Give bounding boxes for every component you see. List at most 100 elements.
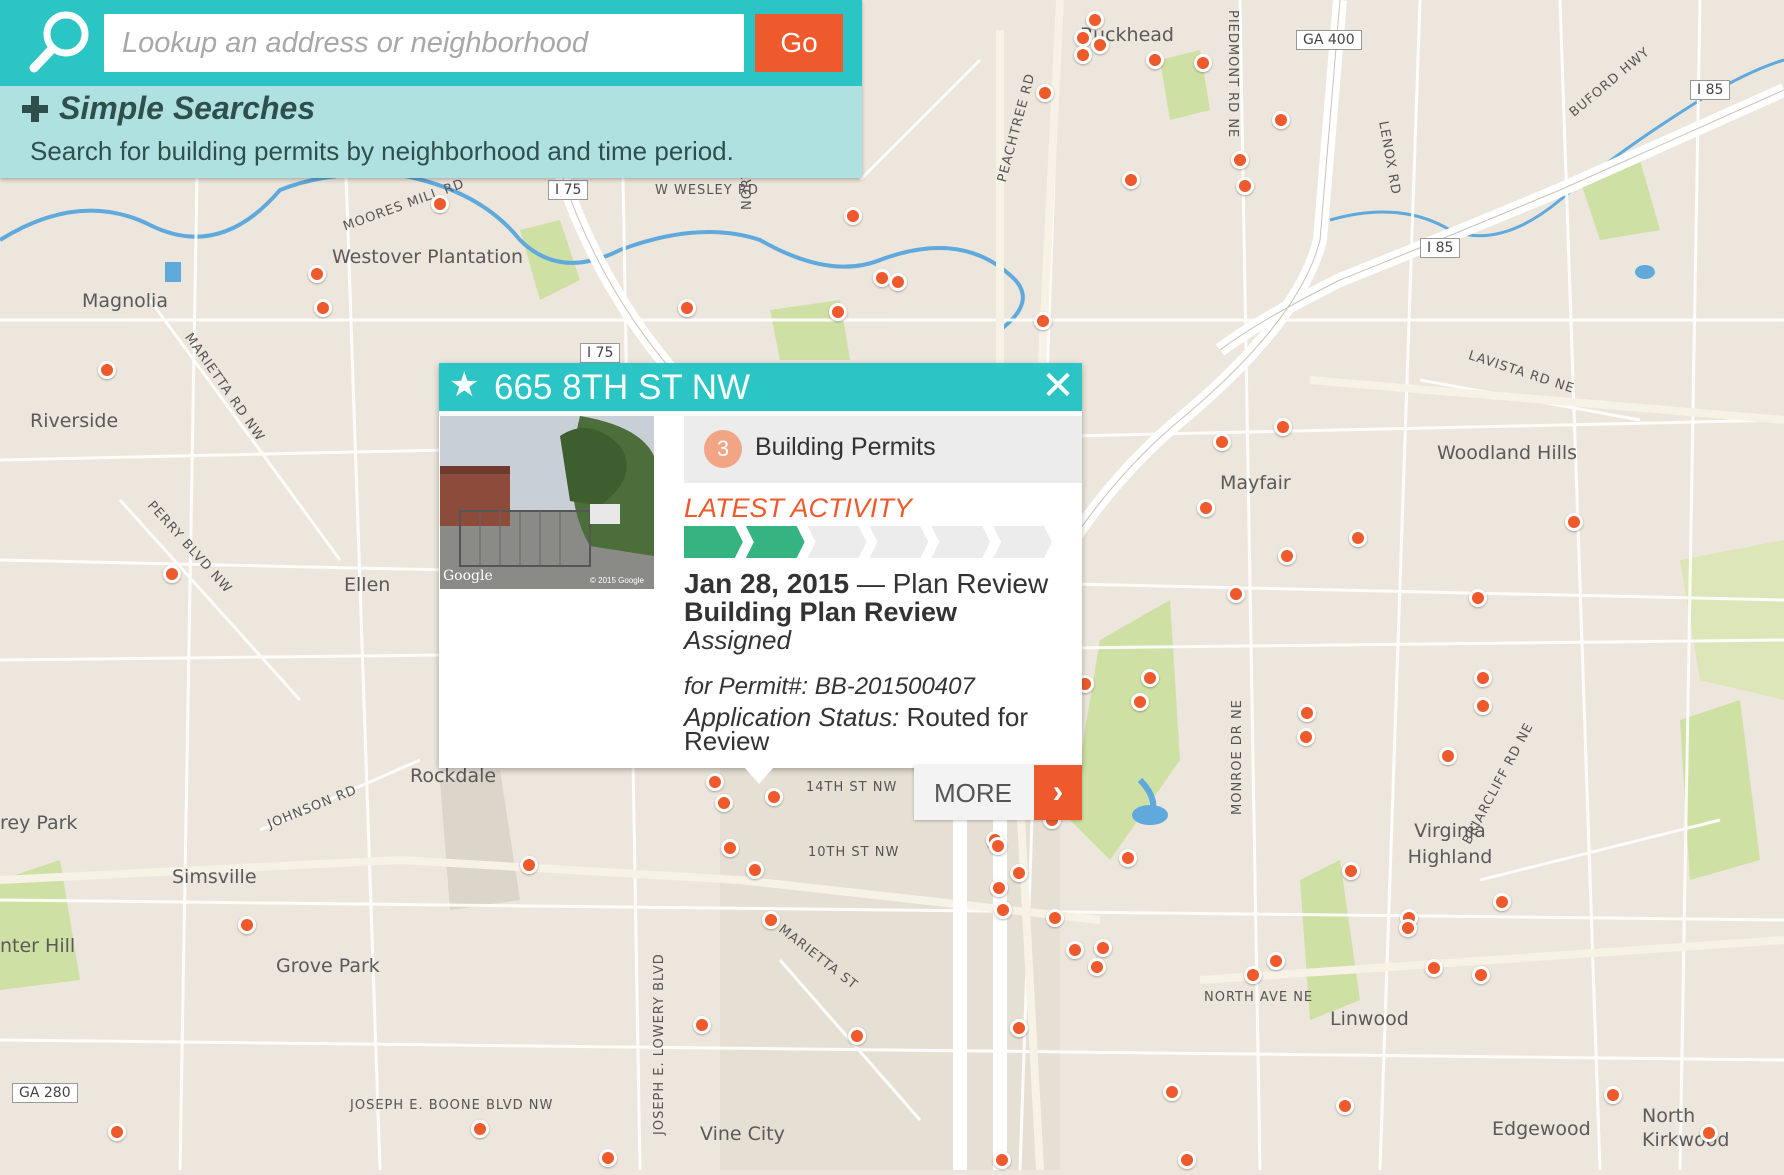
permit-marker[interactable] [599, 1149, 617, 1167]
permit-marker[interactable] [1267, 952, 1285, 970]
permit-marker[interactable] [1131, 693, 1149, 711]
permit-marker[interactable] [1474, 697, 1492, 715]
permit-marker[interactable] [471, 1120, 489, 1138]
permit-marker[interactable] [1122, 171, 1140, 189]
more-label: MORE [934, 778, 1012, 808]
permit-marker[interactable] [746, 861, 764, 879]
street-view-photo[interactable]: Google © 2015 Google [440, 416, 654, 589]
permit-marker[interactable] [1194, 54, 1212, 72]
permit-marker[interactable] [314, 299, 332, 317]
permit-marker[interactable] [1119, 849, 1137, 867]
permit-marker[interactable] [98, 361, 116, 379]
road-label: 14TH ST NW [806, 780, 898, 795]
permit-marker[interactable] [1227, 585, 1245, 603]
permit-marker[interactable] [844, 207, 862, 225]
permit-marker[interactable] [431, 195, 449, 213]
permit-marker[interactable] [1469, 589, 1487, 607]
popup-title: 665 8TH ST NW [494, 368, 751, 407]
neighborhood-label: Simsville [172, 866, 257, 888]
permit-marker[interactable] [1336, 1097, 1354, 1115]
neighborhood-label: Ellen [344, 574, 391, 596]
permit-marker[interactable] [1700, 1124, 1718, 1142]
close-icon[interactable]: ✕ [1039, 366, 1077, 406]
permit-marker[interactable] [993, 1151, 1011, 1169]
progress-step [993, 526, 1052, 558]
permit-marker[interactable] [1034, 312, 1052, 330]
plus-icon[interactable] [20, 94, 50, 124]
permit-marker[interactable] [1141, 669, 1159, 687]
permit-marker[interactable] [1425, 959, 1443, 977]
permit-marker[interactable] [1010, 864, 1028, 882]
permit-marker[interactable] [308, 265, 326, 283]
neighborhood-label: nter Hill [0, 935, 76, 957]
permit-marker[interactable] [520, 856, 538, 874]
permit-marker[interactable] [1088, 958, 1106, 976]
go-button[interactable]: Go [755, 14, 843, 72]
permit-marker[interactable] [1493, 893, 1511, 911]
neighborhood-label: Westover Plantation [332, 246, 524, 268]
permit-marker[interactable] [1086, 11, 1104, 29]
progress-step [931, 526, 991, 558]
permit-marker[interactable] [721, 839, 739, 857]
permit-marker[interactable] [1094, 939, 1112, 957]
permit-marker[interactable] [1236, 177, 1254, 195]
search-icon[interactable] [28, 8, 92, 74]
permit-marker[interactable] [1272, 111, 1290, 129]
permit-marker[interactable] [1474, 669, 1492, 687]
permit-marker[interactable] [1036, 84, 1054, 102]
permit-marker[interactable] [1178, 1151, 1196, 1169]
permit-marker[interactable] [1074, 29, 1092, 47]
permit-marker[interactable] [678, 299, 696, 317]
permit-marker[interactable] [1046, 909, 1064, 927]
neighborhood-label: Linwood [1330, 1008, 1409, 1030]
building-permits-summary[interactable]: 3 Building Permits [684, 416, 1082, 483]
permit-marker[interactable] [1274, 418, 1292, 436]
permit-marker[interactable] [873, 269, 891, 287]
permit-marker[interactable] [765, 788, 783, 806]
permit-marker[interactable] [990, 879, 1008, 897]
permit-marker[interactable] [693, 1016, 711, 1034]
permit-marker[interactable] [848, 1027, 866, 1045]
permit-count-label: Building Permits [755, 433, 936, 461]
permit-marker[interactable] [1565, 513, 1583, 531]
permit-marker[interactable] [762, 911, 780, 929]
activity-type: Building Plan Review [684, 597, 958, 627]
simple-searches[interactable]: Simple Searches Search for building perm… [0, 86, 862, 178]
permit-marker[interactable] [1091, 36, 1109, 54]
permit-marker[interactable] [1472, 966, 1490, 984]
permit-marker[interactable] [889, 273, 907, 291]
permit-marker[interactable] [1349, 529, 1367, 547]
permit-marker[interactable] [829, 303, 847, 321]
permit-marker[interactable] [1342, 862, 1360, 880]
more-button[interactable]: MORE › [914, 765, 1082, 820]
permit-marker[interactable] [163, 565, 181, 583]
simple-searches-title[interactable]: Simple Searches [59, 90, 315, 127]
permit-marker[interactable] [1010, 1019, 1028, 1037]
permit-marker[interactable] [1146, 51, 1164, 69]
permit-marker[interactable] [1399, 919, 1417, 937]
permit-marker[interactable] [108, 1123, 126, 1141]
permit-marker[interactable] [1213, 433, 1231, 451]
permit-marker[interactable] [1604, 1086, 1622, 1104]
permit-marker[interactable] [1298, 704, 1316, 722]
activity-date-line: Jan 28, 2015 — Plan Review [684, 568, 1048, 600]
permit-marker[interactable] [1163, 1083, 1181, 1101]
permit-marker[interactable] [1439, 747, 1457, 765]
permit-marker[interactable] [1066, 941, 1084, 959]
permit-marker[interactable] [1197, 499, 1215, 517]
search-panel: Go Simple Searches Search for building p… [0, 0, 862, 178]
neighborhood-label: Riverside [30, 410, 119, 432]
permit-marker[interactable] [1231, 151, 1249, 169]
permit-marker[interactable] [1297, 728, 1315, 746]
permit-marker[interactable] [715, 794, 733, 812]
star-icon[interactable]: ★ [449, 365, 479, 405]
permit-marker[interactable] [989, 837, 1007, 855]
permit-marker[interactable] [1074, 46, 1092, 64]
permit-marker[interactable] [1244, 966, 1262, 984]
permit-marker[interactable] [238, 916, 256, 934]
permit-marker[interactable] [706, 773, 724, 791]
search-input[interactable] [104, 14, 744, 72]
permit-marker[interactable] [1278, 547, 1296, 565]
permit-number: for Permit#: BB-201500407 [684, 673, 975, 700]
permit-marker[interactable] [994, 901, 1012, 919]
